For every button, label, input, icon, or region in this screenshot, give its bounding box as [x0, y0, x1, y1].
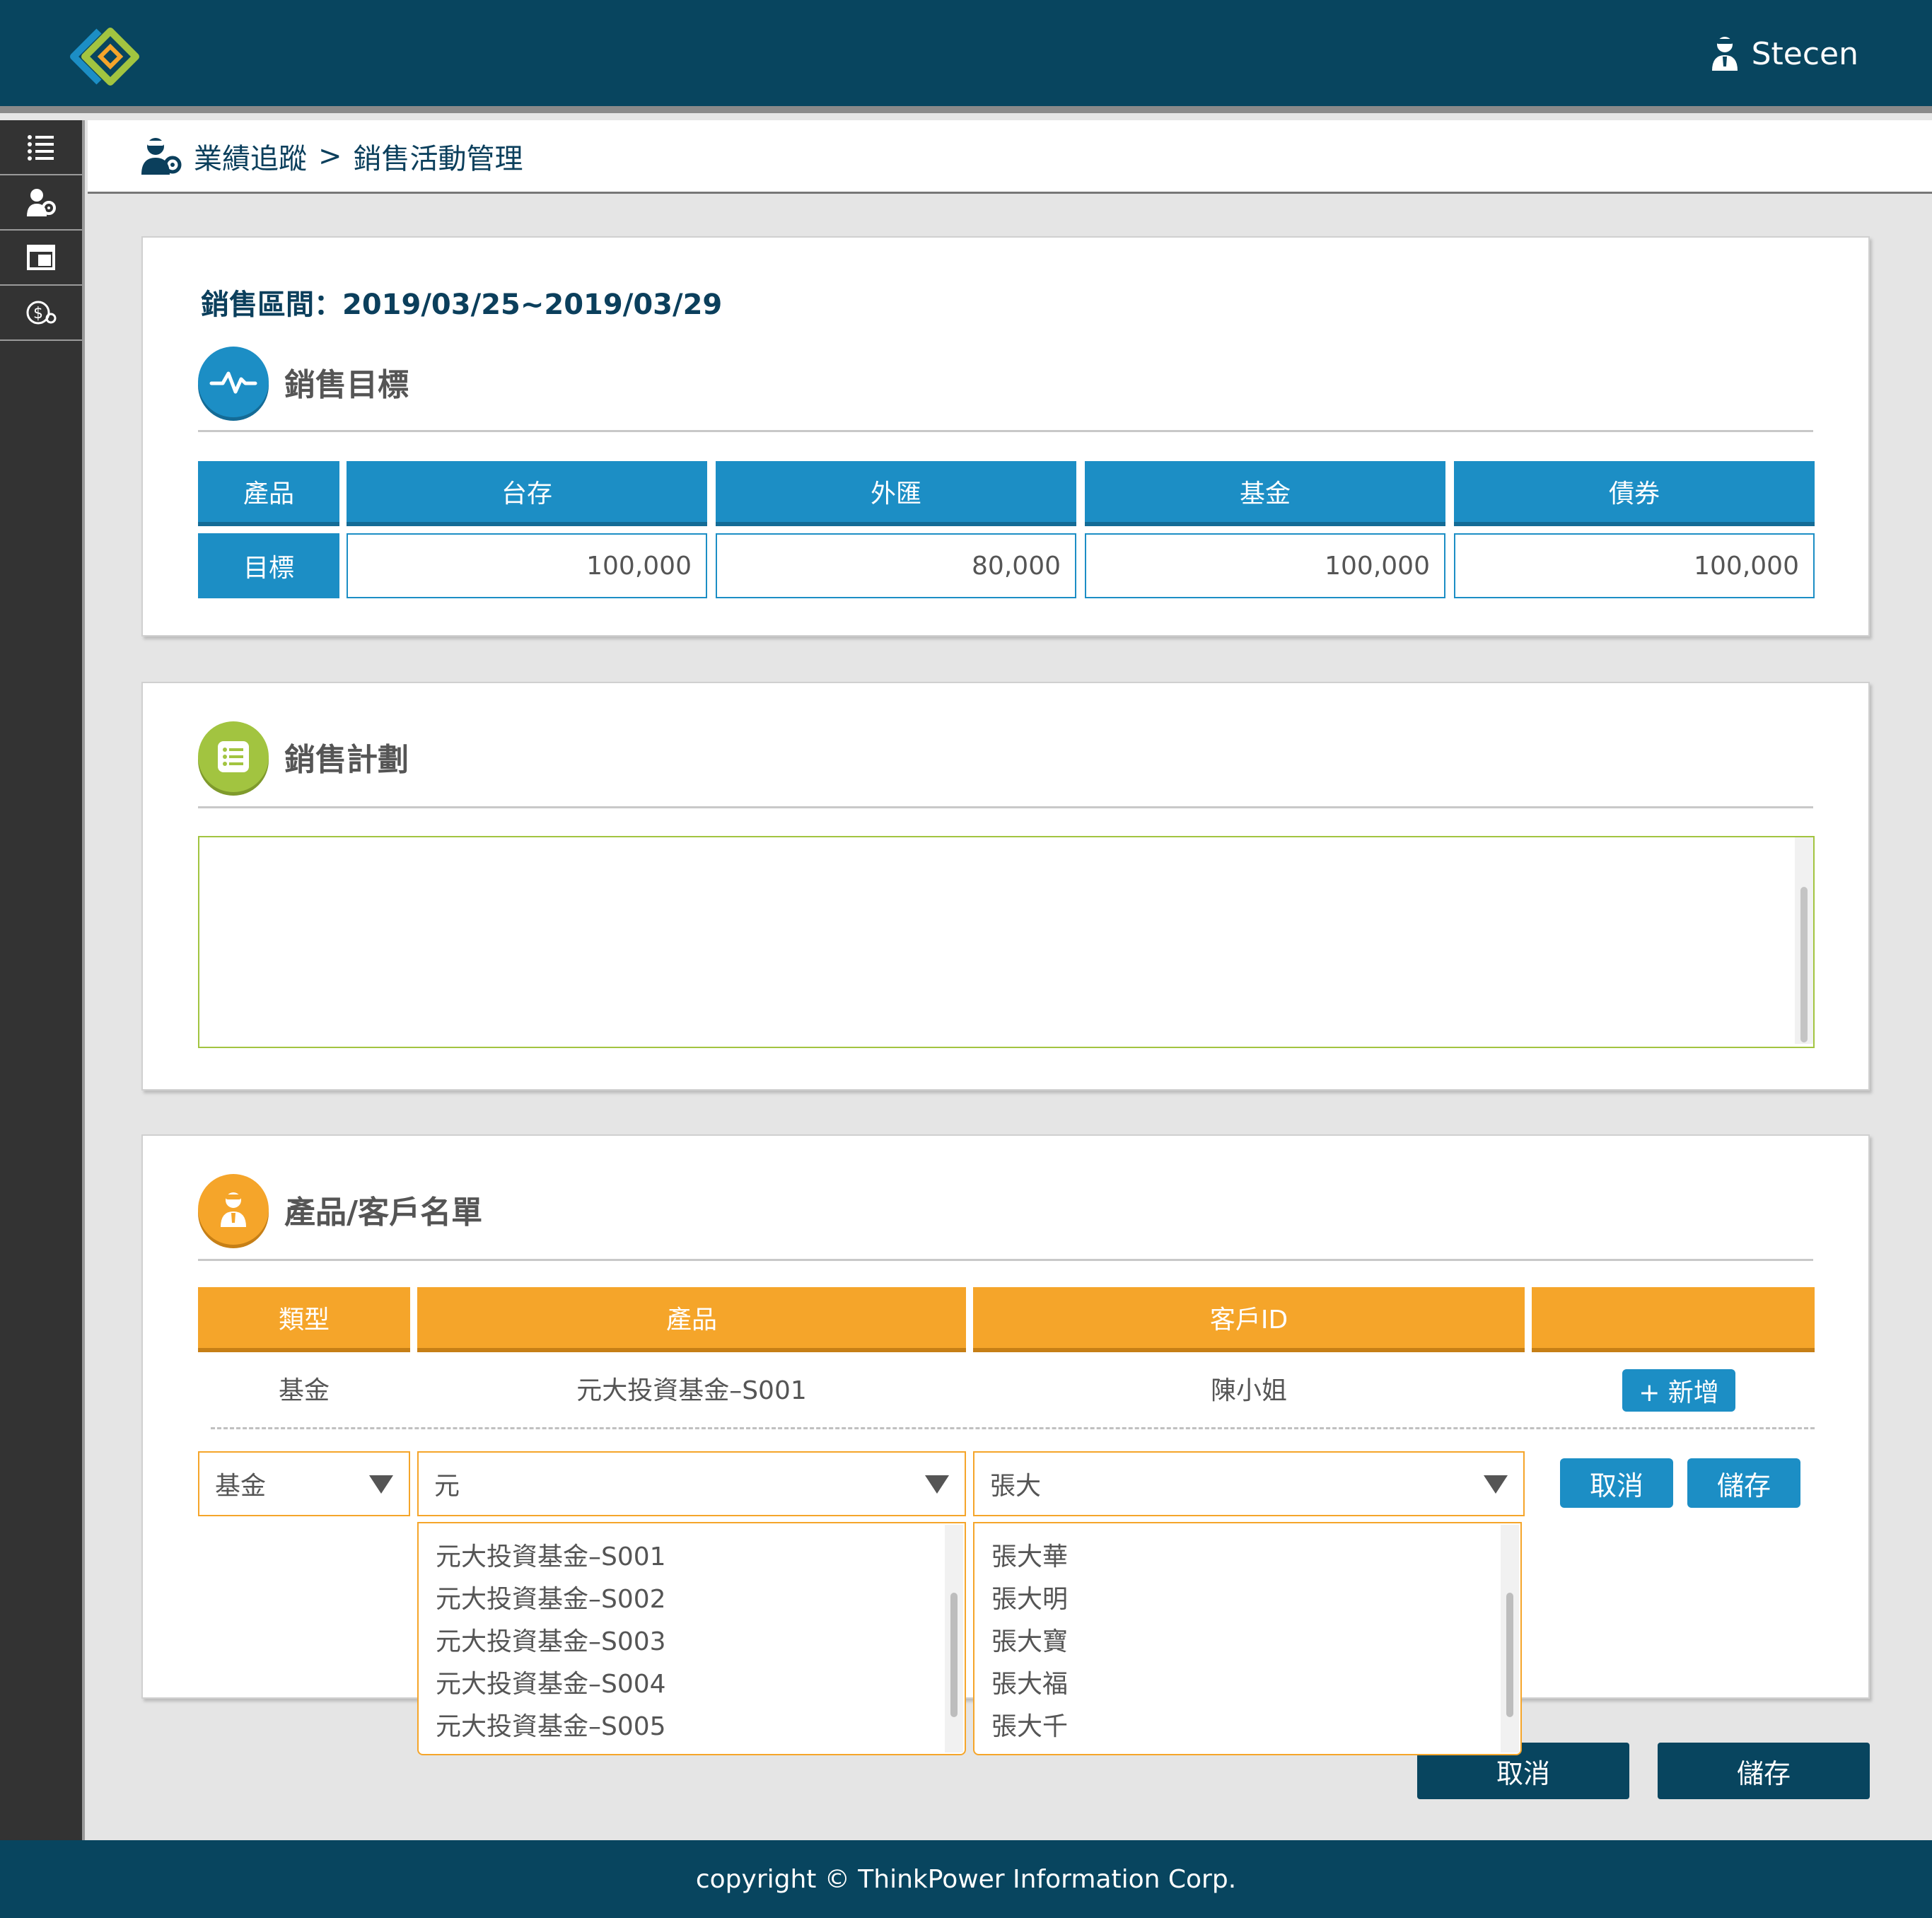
sidebar-item-layout[interactable]: [0, 231, 82, 286]
target-deposit-input[interactable]: 100,000: [347, 533, 707, 598]
product-option[interactable]: 元大投資基金–S004: [419, 1661, 965, 1703]
sidebar: $: [0, 120, 85, 1840]
col-type: 類型: [198, 1287, 410, 1352]
sales-target-panel: 銷售區間：2019/03/25~2019/03/29 銷售目標 產品 台存 外匯…: [141, 236, 1870, 637]
breadcrumb-performance[interactable]: 業績追蹤: [194, 136, 307, 177]
dropdown-arrow-icon: [925, 1475, 949, 1494]
dollar-gear-icon: $: [26, 301, 57, 325]
customer-option[interactable]: 張大寶: [974, 1618, 1520, 1661]
row-cancel-button[interactable]: 取消: [1560, 1458, 1673, 1508]
customer-option[interactable]: 張大華: [974, 1533, 1520, 1576]
divider: [198, 1259, 1813, 1261]
company-logo[interactable]: [68, 25, 147, 88]
target-col-bond: 債券: [1454, 461, 1815, 526]
customer-dropdown-scrollbar[interactable]: [1501, 1525, 1519, 1753]
breadcrumb-current: 銷售活動管理: [353, 142, 523, 175]
customer-option[interactable]: 張大千: [974, 1703, 1520, 1745]
row-type: 基金: [278, 1376, 330, 1405]
target-row-header: 產品: [198, 461, 339, 526]
product-option[interactable]: 元大投資基金–S002: [419, 1576, 965, 1618]
divider: [198, 806, 1813, 808]
customer-option[interactable]: 張大福: [974, 1661, 1520, 1703]
scrollbar-thumb[interactable]: [1506, 1593, 1513, 1717]
row-customer: 陳小姐: [1210, 1376, 1287, 1405]
product-select-value: 元: [434, 1472, 460, 1501]
col-product: 產品: [417, 1287, 966, 1352]
sales-target-header: 銷售目標: [198, 347, 409, 417]
type-select[interactable]: 基金: [198, 1451, 410, 1516]
sales-period: 銷售區間：2019/03/25~2019/03/29: [201, 289, 723, 321]
user-icon: [1711, 37, 1738, 71]
product-list-header: 產品/客戶名單: [198, 1174, 482, 1245]
product-select[interactable]: 元: [417, 1451, 966, 1516]
row-save-button[interactable]: 儲存: [1687, 1458, 1800, 1508]
type-select-value: 基金: [215, 1472, 267, 1501]
product-dropdown-scrollbar[interactable]: [945, 1525, 963, 1753]
product-option[interactable]: 元大投資基金–S005: [419, 1703, 965, 1745]
target-col-fund: 基金: [1085, 461, 1445, 526]
svg-text:$: $: [33, 305, 43, 322]
customer-select[interactable]: 張大: [973, 1451, 1525, 1516]
sales-plan-panel: 銷售計劃: [141, 682, 1870, 1091]
customer-dropdown-list: 張大華 張大明 張大寶 張大福 張大千: [973, 1522, 1522, 1755]
sales-plan-textarea[interactable]: [198, 836, 1815, 1048]
sidebar-item-sales[interactable]: [0, 175, 82, 231]
col-customer-id: 客戶ID: [973, 1287, 1525, 1352]
customer-icon: [198, 1174, 269, 1245]
user-name: Stecen: [1751, 35, 1858, 72]
product-dropdown-list: 元大投資基金–S001 元大投資基金–S002 元大投資基金–S003 元大投資…: [417, 1522, 966, 1755]
footer: copyright © ThinkPower Information Corp.: [0, 1840, 1932, 1918]
row-divider: [211, 1427, 1815, 1429]
target-forex-input[interactable]: 80,000: [716, 533, 1076, 598]
sales-plan-header: 銷售計劃: [198, 721, 409, 792]
breadcrumb-separator: >: [318, 139, 342, 173]
save-button[interactable]: 儲存: [1658, 1743, 1870, 1799]
divider: [198, 430, 1813, 432]
sidebar-item-finance[interactable]: $: [0, 286, 82, 341]
user-gear-icon: [27, 189, 56, 216]
user-menu[interactable]: Stecen: [1711, 35, 1858, 72]
list-icon: [28, 135, 54, 161]
top-bar: Stecen: [0, 0, 1932, 113]
product-option[interactable]: 元大投資基金–S001: [419, 1533, 965, 1576]
pulse-icon: [198, 347, 269, 417]
add-button[interactable]: + 新增: [1622, 1369, 1735, 1412]
product-list-title: 產品/客戶名單: [284, 1195, 483, 1231]
product-option[interactable]: 元大投資基金–S003: [419, 1618, 965, 1661]
layout-icon: [27, 245, 55, 270]
sales-target-title: 銷售目標: [284, 367, 409, 403]
dropdown-arrow-icon: [1484, 1475, 1508, 1494]
sales-plan-title: 銷售計劃: [284, 742, 409, 778]
target-fund-input[interactable]: 100,000: [1085, 533, 1445, 598]
scrollbar-thumb[interactable]: [950, 1593, 958, 1717]
sidebar-item-list[interactable]: [0, 120, 82, 175]
target-col-forex: 外匯: [716, 461, 1076, 526]
breadcrumb: 業績追蹤 > 銷售活動管理: [88, 120, 1932, 194]
target-bond-input[interactable]: 100,000: [1454, 533, 1815, 598]
dropdown-arrow-icon: [369, 1475, 393, 1494]
customer-option[interactable]: 張大明: [974, 1576, 1520, 1618]
copyright-text: copyright © ThinkPower Information Corp.: [695, 1864, 1237, 1894]
document-list-icon: [198, 721, 269, 792]
target-col-deposit: 台存: [347, 461, 707, 526]
row-product: 元大投資基金–S001: [576, 1376, 807, 1405]
target-row-label: 目標: [198, 533, 339, 598]
col-actions: [1532, 1287, 1815, 1352]
user-gear-icon: [141, 137, 182, 175]
customer-select-value: 張大: [990, 1472, 1042, 1501]
